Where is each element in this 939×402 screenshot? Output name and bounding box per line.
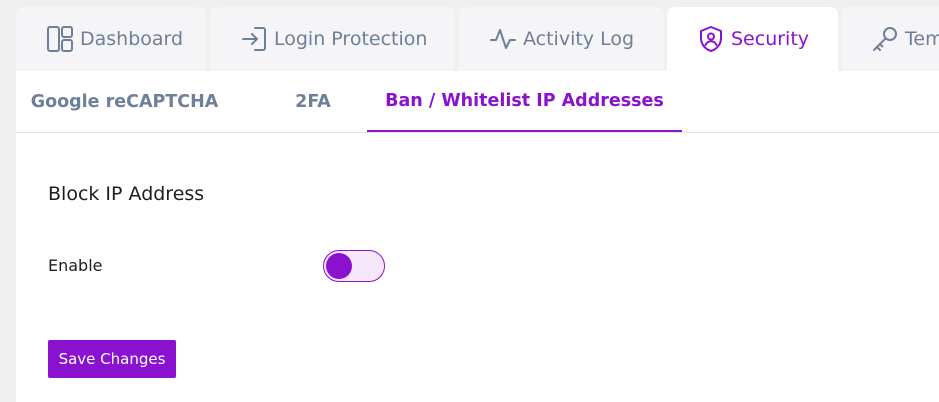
toggle-knob (326, 253, 352, 279)
sub-tab-bar: Google reCAPTCHA 2FA Ban / Whitelist IP … (16, 71, 939, 133)
subtab-google-recaptcha[interactable]: Google reCAPTCHA (16, 71, 233, 132)
section-title: Block IP Address (48, 183, 205, 205)
tab-login-protection-label: Login Protection (274, 28, 428, 50)
key-icon (871, 25, 899, 53)
tab-security-label: Security (731, 28, 810, 50)
tab-dashboard[interactable]: Dashboard (16, 7, 206, 71)
tab-dashboard-label: Dashboard (80, 28, 184, 50)
save-changes-button[interactable]: Save Changes (48, 340, 176, 378)
tab-templates[interactable]: Tem (841, 7, 939, 71)
tab-activity-log[interactable]: Activity Log (459, 7, 664, 71)
login-icon (240, 25, 268, 53)
tab-login-protection[interactable]: Login Protection (210, 7, 455, 71)
shield-user-icon (697, 25, 725, 53)
tab-security[interactable]: Security (667, 7, 838, 71)
security-panel: Google reCAPTCHA 2FA Ban / Whitelist IP … (16, 71, 939, 402)
dashboard-icon (46, 25, 74, 53)
activity-icon (489, 25, 517, 53)
subtab-2fa[interactable]: 2FA (276, 71, 350, 132)
subtab-ban-whitelist-ip[interactable]: Ban / Whitelist IP Addresses (367, 71, 682, 132)
tab-templates-label: Tem (905, 28, 939, 50)
top-tab-bar: Dashboard Login Protection Activity Log (0, 0, 939, 71)
enable-toggle[interactable] (323, 250, 385, 282)
tab-activity-log-label: Activity Log (523, 28, 635, 50)
enable-label: Enable (48, 256, 103, 275)
